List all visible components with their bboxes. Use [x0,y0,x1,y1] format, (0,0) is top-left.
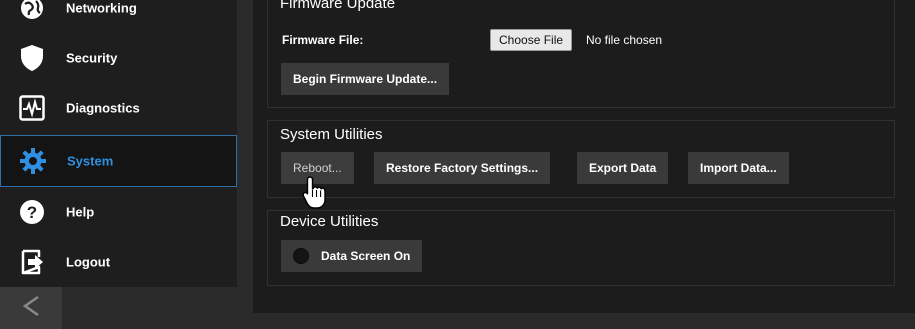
panel-title: System Utilities [280,126,383,143]
sidebar-item-security[interactable]: Security [0,32,237,84]
sidebar-item-help[interactable]: ? Help [0,186,237,238]
data-screen-toggle[interactable]: Data Screen On [281,240,423,272]
sidebar-item-system[interactable]: System [0,135,237,187]
restore-factory-settings-button[interactable]: Restore Factory Settings... [374,152,551,184]
firmware-file-label: Firmware File: [282,33,364,47]
import-data-button[interactable]: Import Data... [688,152,789,184]
firmware-update-panel: Firmware Update Firmware File: Choose Fi… [267,0,895,108]
data-screen-label: Data Screen On [321,249,411,263]
sidebar-footer [62,287,237,329]
sidebar-item-label: Help [66,204,95,220]
hand-cursor-icon [301,175,329,211]
file-status-text: No file chosen [586,33,663,47]
choose-file-button[interactable]: Choose File [490,29,573,51]
sidebar-collapse-button[interactable] [0,287,62,329]
sidebar: Networking Security Diagnostics System ?… [0,0,237,287]
toggle-indicator [293,248,309,264]
sidebar-item-networking[interactable]: Networking [0,0,237,34]
page-footer [237,313,915,329]
sidebar-item-logout[interactable]: Logout [0,236,237,288]
chevron-left-icon [20,293,42,324]
pulse-icon [18,94,46,122]
sidebar-item-diagnostics[interactable]: Diagnostics [0,82,237,134]
gear-icon [19,147,47,175]
app-window: Networking Security Diagnostics System ?… [0,0,915,329]
panel-title: Device Utilities [280,213,379,230]
svg-text:?: ? [27,203,37,222]
sidebar-item-label: Diagnostics [66,100,140,116]
sidebar-item-label: System [67,153,114,169]
globe-icon [18,0,46,22]
sidebar-item-label: Logout [66,254,111,270]
export-data-button[interactable]: Export Data [577,152,669,184]
logout-icon [18,248,46,276]
system-utilities-panel: System Utilities Reboot... Restore Facto… [267,120,895,198]
sidebar-item-label: Networking [66,0,137,16]
main-content: Firmware Update Firmware File: Choose Fi… [253,0,915,313]
panel-title: Firmware Update [280,0,396,12]
device-utilities-panel: Device Utilities Data Screen On [267,210,895,286]
begin-firmware-update-button[interactable]: Begin Firmware Update... [281,63,450,95]
help-icon: ? [18,198,46,226]
sidebar-item-label: Security [66,50,118,66]
shield-icon [18,44,46,72]
